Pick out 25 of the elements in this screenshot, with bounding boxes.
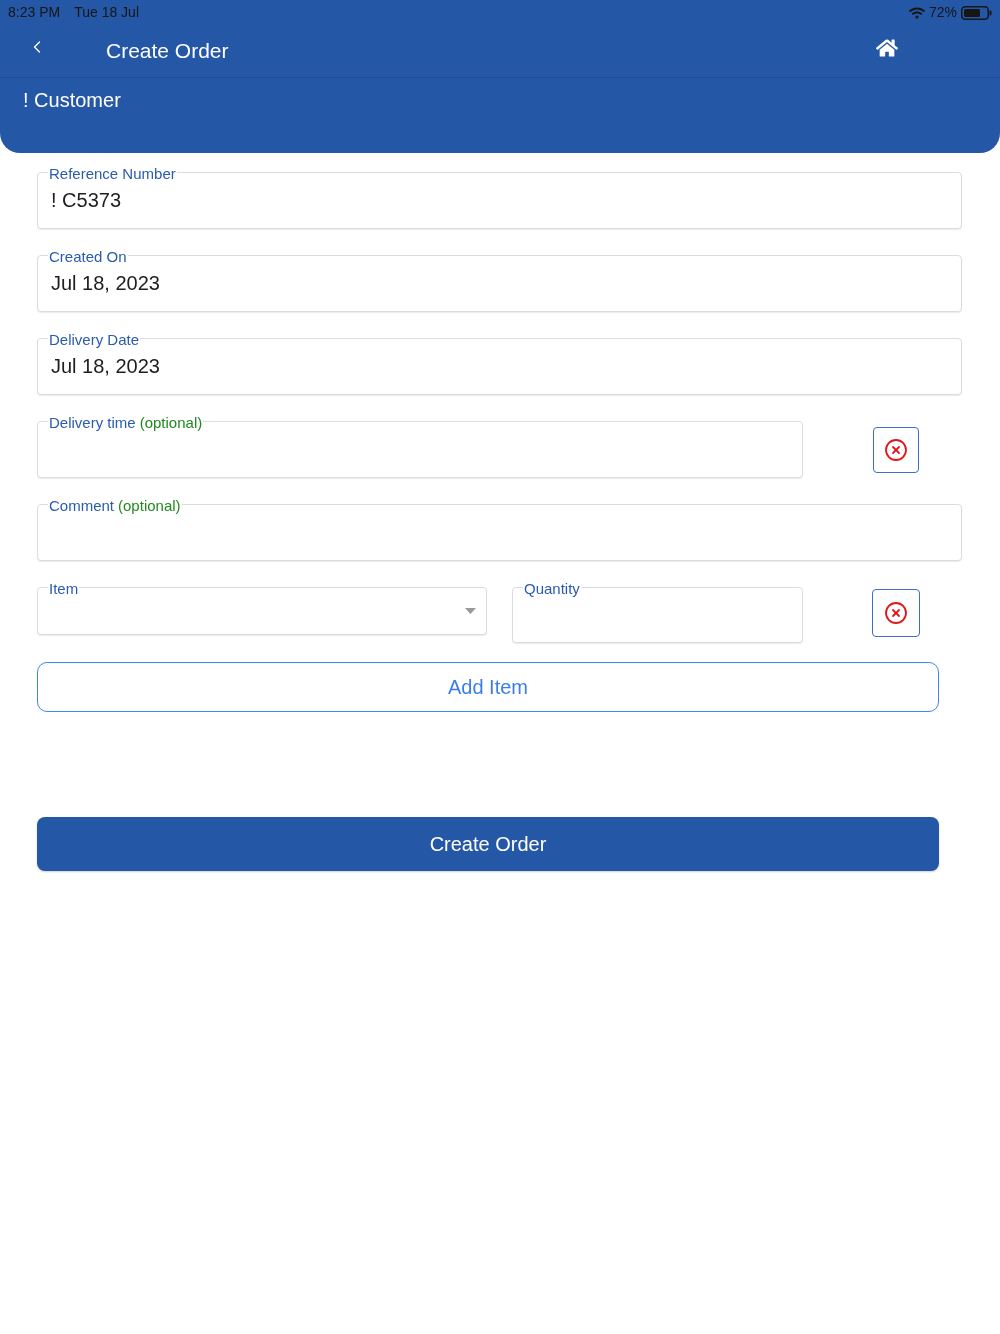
field-label: Delivery Date	[49, 331, 140, 349]
field-label: Quantity	[524, 580, 580, 598]
add-item-button[interactable]: Add Item	[37, 662, 939, 712]
field-label: Delivery time	[49, 414, 136, 432]
optional-tag: (optional)	[139, 414, 203, 432]
customer-name: ! Customer	[23, 89, 121, 111]
field-label: Comment	[49, 497, 115, 515]
create-order-button[interactable]: Create Order	[37, 817, 939, 871]
field-label: Item	[49, 580, 79, 598]
status-time: 8:23 PM	[8, 3, 61, 22]
x-circle-icon	[884, 437, 908, 462]
home-icon	[876, 37, 898, 59]
remove-button[interactable]	[872, 589, 920, 637]
field-label: Created On	[49, 248, 127, 266]
x-circle-icon	[884, 601, 908, 625]
optional-tag: (optional)	[118, 497, 181, 515]
remove-button[interactable]	[873, 426, 919, 473]
page-title: Create Order	[106, 38, 229, 65]
battery-icon	[961, 5, 992, 20]
home-button[interactable]	[876, 37, 898, 59]
dropdown-caret-icon	[465, 608, 476, 614]
battery-percent: 72%	[928, 3, 957, 22]
wifi-icon	[908, 4, 925, 21]
status-date: Tue 18 Jul	[74, 3, 139, 22]
field-label: Reference Number	[49, 165, 176, 183]
